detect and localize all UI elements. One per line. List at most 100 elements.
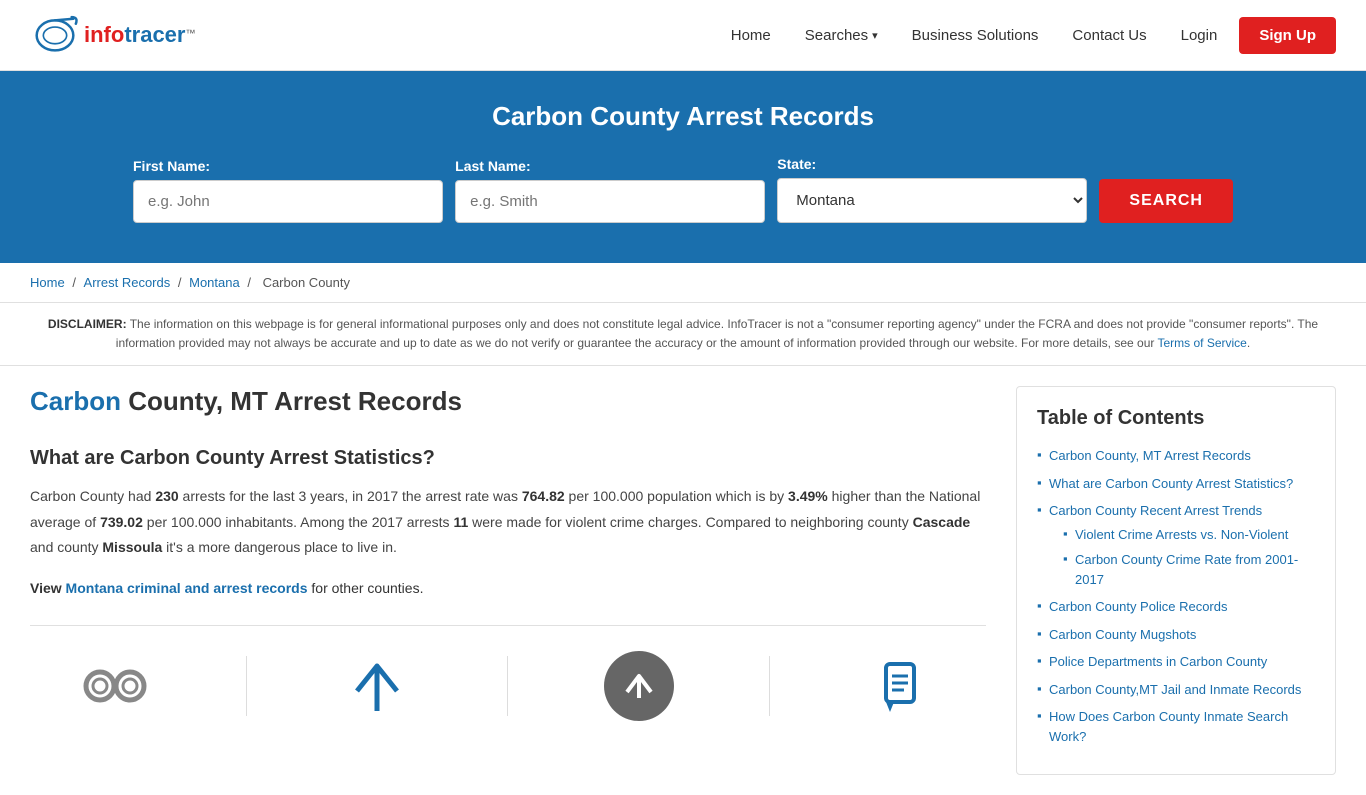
signup-button[interactable]: Sign Up xyxy=(1239,17,1336,54)
hero-section: Carbon County Arrest Records First Name:… xyxy=(0,71,1366,263)
toc-item-5: Carbon County Mugshots xyxy=(1037,625,1315,645)
logo-icon xyxy=(30,10,80,60)
section1-heading: What are Carbon County Arrest Statistics… xyxy=(30,447,986,470)
logo-tracer: tracer xyxy=(124,22,185,47)
main-content: Carbon County, MT Arrest Records What ar… xyxy=(0,366,1366,795)
article-title-rest: County, MT Arrest Records xyxy=(121,386,462,416)
toc-link-1[interactable]: Carbon County, MT Arrest Records xyxy=(1049,448,1251,463)
toc-sub-link-3-1[interactable]: Violent Crime Arrests vs. Non-Violent xyxy=(1075,527,1288,542)
view-suffix: for other counties. xyxy=(308,580,424,596)
toc-link-4[interactable]: Carbon County Police Records xyxy=(1049,599,1227,614)
last-name-input[interactable] xyxy=(455,180,765,223)
logo-info: info xyxy=(84,22,124,47)
disclaimer: DISCLAIMER: The information on this webp… xyxy=(0,303,1366,366)
circle-icon xyxy=(604,651,674,721)
para1-national: 739.02 xyxy=(100,514,143,530)
state-label: State: xyxy=(777,156,1087,172)
para1-higher: 3.49% xyxy=(788,488,828,504)
disclaimer-period: . xyxy=(1247,336,1250,350)
breadcrumb-arrest-records[interactable]: Arrest Records xyxy=(84,275,171,290)
view-link[interactable]: Montana criminal and arrest records xyxy=(66,580,308,596)
breadcrumb-sep1: / xyxy=(72,275,79,290)
para1-part7: and county xyxy=(30,539,102,555)
toc-item-2: What are Carbon County Arrest Statistics… xyxy=(1037,474,1315,494)
para1-rate: 764.82 xyxy=(522,488,565,504)
toc-item-6: Police Departments in Carbon County xyxy=(1037,652,1315,672)
para1-part8: it's a more dangerous place to live in. xyxy=(162,539,397,555)
nav-searches-label: Searches xyxy=(805,27,868,44)
para1-part3: per 100.000 population which is by xyxy=(565,488,788,504)
toc-item-3: Carbon County Recent Arrest Trends Viole… xyxy=(1037,501,1315,589)
view-prefix: View xyxy=(30,580,66,596)
pencil-icon xyxy=(876,659,926,714)
icon-divider-2 xyxy=(507,656,508,716)
breadcrumb: Home / Arrest Records / Montana / Carbon… xyxy=(0,263,1366,303)
last-name-group: Last Name: xyxy=(455,158,765,223)
main-nav: Home Searches ▾ Business Solutions Conta… xyxy=(719,17,1336,54)
view-link-line: View Montana criminal and arrest records… xyxy=(30,576,986,601)
toc-link-8[interactable]: How Does Carbon County Inmate Search Wor… xyxy=(1049,709,1288,744)
logo-tm: ™ xyxy=(185,28,195,39)
para1-part2: arrests for the last 3 years, in 2017 th… xyxy=(179,488,522,504)
para1-part1: Carbon County had xyxy=(30,488,155,504)
state-select[interactable]: Montana Alabama Alaska Arizona Arkansas … xyxy=(777,178,1087,223)
state-group: State: Montana Alabama Alaska Arizona Ar… xyxy=(777,156,1087,223)
breadcrumb-carbon-county: Carbon County xyxy=(263,275,350,290)
toc-sub-link-3-2[interactable]: Carbon County Crime Rate from 2001-2017 xyxy=(1075,552,1298,587)
disclaimer-text: The information on this webpage is for g… xyxy=(116,317,1318,350)
search-form: First Name: Last Name: State: Montana Al… xyxy=(133,156,1233,223)
icon-divider-3 xyxy=(769,656,770,716)
login-link[interactable]: Login xyxy=(1169,21,1230,50)
toc-item-1: Carbon County, MT Arrest Records xyxy=(1037,446,1315,466)
chevron-down-icon: ▾ xyxy=(872,29,878,42)
article-title: Carbon County, MT Arrest Records xyxy=(30,386,986,427)
nav-contact-us[interactable]: Contact Us xyxy=(1060,21,1158,50)
up-icon-inner xyxy=(621,668,657,704)
icon-handcuffs xyxy=(75,646,155,726)
icon-pencil xyxy=(861,646,941,726)
toc-item-8: How Does Carbon County Inmate Search Wor… xyxy=(1037,707,1315,746)
disclaimer-label: DISCLAIMER: xyxy=(48,317,127,331)
content-right: Table of Contents Carbon County, MT Arre… xyxy=(1016,386,1336,775)
breadcrumb-montana[interactable]: Montana xyxy=(189,275,240,290)
nav-business-solutions[interactable]: Business Solutions xyxy=(900,21,1051,50)
toc-sub-3: Violent Crime Arrests vs. Non-Violent Ca… xyxy=(1049,525,1315,590)
toc-item-4: Carbon County Police Records xyxy=(1037,597,1315,617)
toc-title: Table of Contents xyxy=(1037,407,1315,430)
icon-circle-gray xyxy=(599,646,679,726)
icon-arrow-up xyxy=(337,646,417,726)
search-button[interactable]: SEARCH xyxy=(1099,179,1233,223)
nav-searches[interactable]: Searches ▾ xyxy=(793,21,890,50)
para1-missoula: Missoula xyxy=(102,539,162,555)
article-title-highlight: Carbon xyxy=(30,386,121,416)
toc-sub-item-3-1: Violent Crime Arrests vs. Non-Violent xyxy=(1063,525,1315,545)
toc-link-6[interactable]: Police Departments in Carbon County xyxy=(1049,654,1267,669)
first-name-group: First Name: xyxy=(133,158,443,223)
nav-home[interactable]: Home xyxy=(719,21,783,50)
toc-link-2[interactable]: What are Carbon County Arrest Statistics… xyxy=(1049,476,1293,491)
content-left: Carbon County, MT Arrest Records What ar… xyxy=(30,386,1016,775)
toc-link-7[interactable]: Carbon County,MT Jail and Inmate Records xyxy=(1049,682,1301,697)
article-paragraph1: Carbon County had 230 arrests for the la… xyxy=(30,484,986,560)
tos-link[interactable]: Terms of Service xyxy=(1158,336,1247,350)
para1-cascade: Cascade xyxy=(913,514,971,530)
para1-part5: per 100.000 inhabitants. Among the 2017 … xyxy=(143,514,454,530)
toc-box: Table of Contents Carbon County, MT Arre… xyxy=(1016,386,1336,775)
header: infotracer™ Home Searches ▾ Business Sol… xyxy=(0,0,1366,71)
logo: infotracer™ xyxy=(30,10,195,60)
toc-item-7: Carbon County,MT Jail and Inmate Records xyxy=(1037,680,1315,700)
breadcrumb-home[interactable]: Home xyxy=(30,275,65,290)
first-name-input[interactable] xyxy=(133,180,443,223)
last-name-label: Last Name: xyxy=(455,158,765,174)
toc-sub-item-3-2: Carbon County Crime Rate from 2001-2017 xyxy=(1063,550,1315,589)
icons-row xyxy=(30,625,986,726)
toc-list: Carbon County, MT Arrest Records What ar… xyxy=(1037,446,1315,746)
first-name-label: First Name: xyxy=(133,158,443,174)
para1-part6: were made for violent crime charges. Com… xyxy=(468,514,912,530)
toc-link-3[interactable]: Carbon County Recent Arrest Trends xyxy=(1049,503,1262,518)
handcuffs-icon xyxy=(80,651,150,721)
hero-title: Carbon County Arrest Records xyxy=(40,101,1326,132)
breadcrumb-sep2: / xyxy=(178,275,185,290)
toc-link-5[interactable]: Carbon County Mugshots xyxy=(1049,627,1196,642)
icon-divider-1 xyxy=(246,656,247,716)
